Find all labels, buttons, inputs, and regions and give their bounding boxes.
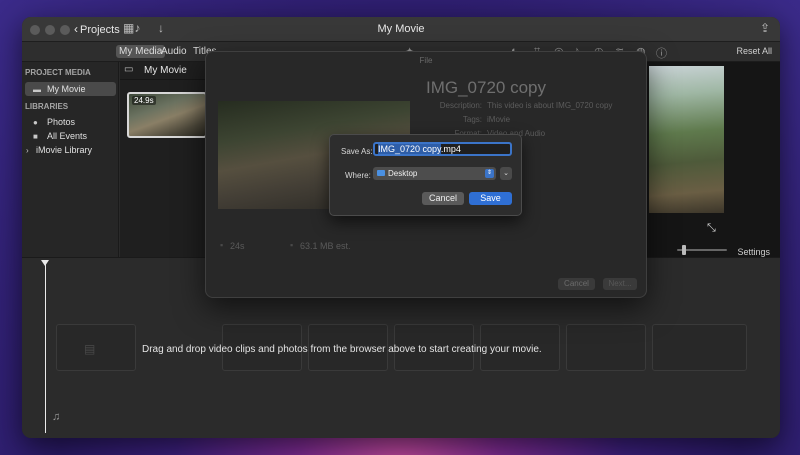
save-sheet: Save As: IMG_0720 copy.mp4 Where: Deskto…: [329, 134, 522, 216]
expand-sheet-button[interactable]: ⌄: [500, 167, 512, 180]
reset-all-button[interactable]: Reset All: [736, 46, 772, 56]
browser-title: My Movie: [144, 65, 187, 76]
timeline-settings-button[interactable]: Settings: [737, 247, 770, 257]
playhead[interactable]: [45, 263, 46, 433]
sidebar-item-label: iMovie Library: [36, 145, 93, 155]
timeline-drop-hint: Drag and drop video clips and photos fro…: [142, 344, 542, 355]
where-location-select[interactable]: Desktop ⇕: [373, 167, 496, 180]
export-file-size: 63.1 MB est.: [300, 241, 351, 251]
music-note-icon: ♫: [52, 411, 61, 423]
sidebar-item-imovie-library[interactable]: › iMovie Library: [25, 143, 116, 157]
tab-audio[interactable]: Audio: [161, 46, 187, 57]
title-bar: ‹ Projects ▦♪ ↓ My Movie ⇪: [22, 17, 780, 42]
tags-field[interactable]: iMovie: [487, 115, 510, 124]
sidebar-item-label: All Events: [47, 131, 88, 141]
libraries-sidebar: PROJECT MEDIA ▬ My Movie LIBRARIES ● Photo…: [22, 62, 119, 257]
share-icon[interactable]: ⇪: [760, 21, 770, 35]
where-label: Where:: [345, 171, 371, 180]
file-size-icon: ▪: [290, 240, 294, 250]
viewer-preview-image: [649, 66, 724, 213]
save-as-field[interactable]: IMG_0720 copy.mp4: [373, 142, 512, 156]
description-label: Description:: [439, 101, 482, 110]
updown-chevron-icon: ⇕: [485, 169, 494, 178]
sidebar-item-all-events[interactable]: ■ All Events: [25, 129, 116, 143]
save-as-label: Save As:: [341, 147, 373, 156]
dialog-title: File: [419, 56, 433, 65]
sidebar-item-my-movie[interactable]: ▬ My Movie: [25, 82, 116, 96]
dialog-next-button[interactable]: Next...: [603, 278, 637, 290]
window-title: My Movie: [377, 23, 425, 35]
folder-icon: [377, 170, 385, 176]
fullscreen-icon[interactable]: ⤡: [707, 222, 716, 235]
photos-icon: ●: [33, 118, 38, 127]
clip-duration: 24.9s: [132, 96, 156, 105]
project-media-header: PROJECT MEDIA: [25, 68, 91, 77]
sidebar-item-label: Photos: [47, 117, 76, 127]
film-strip-icon: ▤: [84, 342, 96, 356]
drop-slot: [566, 324, 646, 371]
sidebar-toggle-icon[interactable]: ▭: [124, 64, 133, 75]
selected-filename: IMG_0720 copy: [378, 144, 441, 154]
sidebar-item-label: My Movie: [47, 84, 86, 94]
video-clip-thumbnail[interactable]: 24.9s: [127, 92, 207, 138]
dialog-cancel-button[interactable]: Cancel: [558, 278, 595, 290]
info-icon[interactable]: ⓘ: [656, 45, 667, 61]
cancel-button[interactable]: Cancel: [422, 192, 464, 205]
libraries-header: LIBRARIES: [25, 102, 69, 111]
tags-label: Tags:: [462, 115, 482, 124]
zoom-slider-knob[interactable]: [682, 245, 686, 255]
events-icon: ■: [33, 132, 38, 141]
sidebar-item-photos[interactable]: ● Photos: [25, 115, 116, 129]
tab-my-media[interactable]: My Media: [116, 45, 166, 58]
duration-icon: ▪: [220, 240, 224, 250]
disclosure-icon[interactable]: ›: [26, 144, 32, 158]
export-title-field[interactable]: IMG_0720 copy: [426, 78, 546, 98]
export-duration: 24s: [230, 241, 245, 251]
drop-slot: [56, 324, 136, 371]
where-value: Desktop: [388, 169, 418, 178]
drop-slot: [652, 324, 747, 371]
description-field[interactable]: This video is about IMG_0720 copy: [487, 101, 612, 110]
save-button[interactable]: Save: [469, 192, 512, 205]
filename-extension: .mp4: [440, 144, 461, 154]
film-icon: ▬: [33, 85, 41, 94]
